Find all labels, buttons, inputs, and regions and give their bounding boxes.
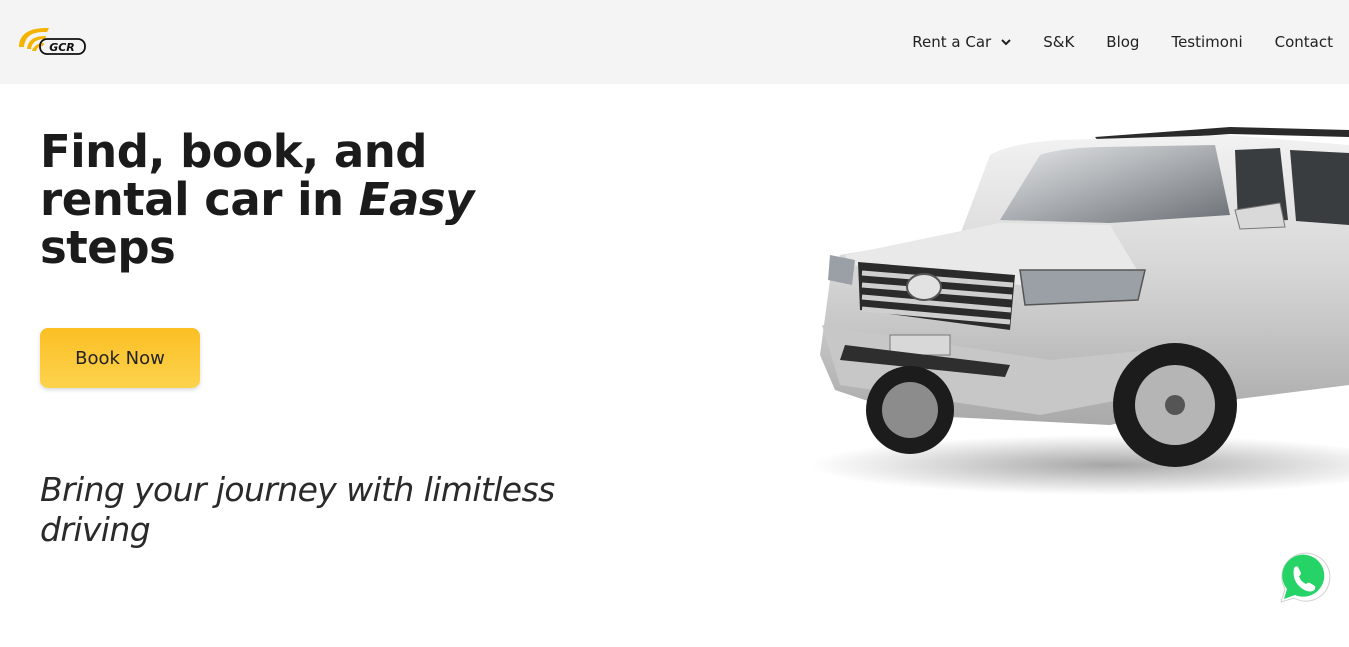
nav-item-contact[interactable]: Contact [1275,33,1333,51]
nav-item-label: Rent a Car [912,33,992,51]
nav-item-rent-a-car[interactable]: Rent a Car [912,33,1011,51]
hero-tagline: Bring your journey with limitless drivin… [40,470,555,549]
hero-title: Find, book, and rental car in Easy steps [40,128,520,272]
brand-logo: GCR [19,28,86,55]
nav-item-sk[interactable]: S&K [1043,33,1074,51]
hero-title-line2: rental car in [40,173,359,226]
nav-item-label: Blog [1106,33,1140,51]
navbar: GCR Rent a Car S&K Blog Testimoni Contac… [0,0,1349,84]
nav-item-blog[interactable]: Blog [1106,33,1139,51]
nav-item-label: Contact [1274,33,1333,51]
logo-link[interactable]: GCR [16,25,88,59]
hero-title-line1: Find, book, and [40,125,428,178]
hero-title-emphasis: Easy [358,173,475,226]
book-now-button[interactable]: Book Now [40,328,200,388]
whatsapp-icon [1280,552,1331,603]
logo-text: GCR [49,41,75,54]
suv-car-image [810,127,1349,495]
whatsapp-button[interactable] [1273,548,1333,608]
nav-item-label: S&K [1043,33,1075,51]
main-nav: Rent a Car S&K Blog Testimoni Contact [912,0,1333,84]
nav-item-testimoni[interactable]: Testimoni [1171,33,1242,51]
hero-title-line3: steps [40,221,176,274]
nav-item-label: Testimoni [1171,33,1243,51]
chevron-down-icon [1001,38,1011,45]
